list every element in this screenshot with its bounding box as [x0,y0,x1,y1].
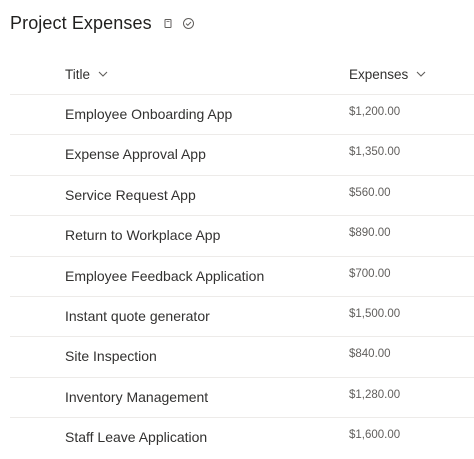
row-expenses: $1,280.00 [349,388,401,401]
table-row[interactable]: Expense Approval App $1,350.00 [10,135,474,176]
row-title[interactable]: Staff Leave Application [65,429,207,445]
table-row[interactable]: Staff Leave Application $1,600.00 [10,418,474,458]
row-expenses: $840.00 [349,348,391,361]
checkmark-circle-icon[interactable] [182,17,195,30]
table-row[interactable]: Return to Workplace App $890.00 [10,216,474,257]
chevron-down-icon [416,71,426,77]
list-header: Project Expenses [10,10,195,36]
table-row[interactable]: Site Inspection $840.00 [10,337,474,378]
row-expenses: $1,600.00 [349,429,401,442]
row-title[interactable]: Instant quote generator [65,308,210,324]
table-row[interactable]: Employee Feedback Application $700.00 [10,257,474,297]
row-title[interactable]: Employee Onboarding App [65,106,232,122]
row-expenses: $1,200.00 [349,106,401,118]
row-title[interactable]: Inventory Management [65,389,208,405]
column-header-expenses[interactable]: Expenses [349,62,426,86]
chevron-down-icon [98,71,108,77]
row-title[interactable]: Employee Feedback Application [65,268,264,284]
row-title[interactable]: Expense Approval App [65,146,206,162]
row-title[interactable]: Site Inspection [65,348,157,364]
row-expenses: $560.00 [349,186,391,199]
row-expenses: $700.00 [349,267,391,280]
column-header-expenses-label: Expenses [349,66,409,82]
row-title[interactable]: Return to Workplace App [65,227,220,243]
row-title[interactable]: Service Request App [65,187,196,203]
row-expenses: $1,350.00 [349,146,401,159]
table-row[interactable]: Employee Onboarding App $1,200.00 [10,95,474,136]
page-title: Project Expenses [10,12,152,33]
column-header-title-label: Title [65,66,91,82]
table-row[interactable]: Instant quote generator $1,500.00 [10,297,474,338]
table-row[interactable]: Service Request App $560.00 [10,176,474,217]
row-expenses: $1,500.00 [349,307,401,320]
column-header-title[interactable]: Title [65,62,108,86]
row-expenses: $890.00 [349,227,391,240]
table-row[interactable]: Inventory Management $1,280.00 [10,378,474,419]
list-rows: Employee Onboarding App $1,200.00 Expense … [10,95,474,459]
note-icon[interactable] [163,18,173,29]
